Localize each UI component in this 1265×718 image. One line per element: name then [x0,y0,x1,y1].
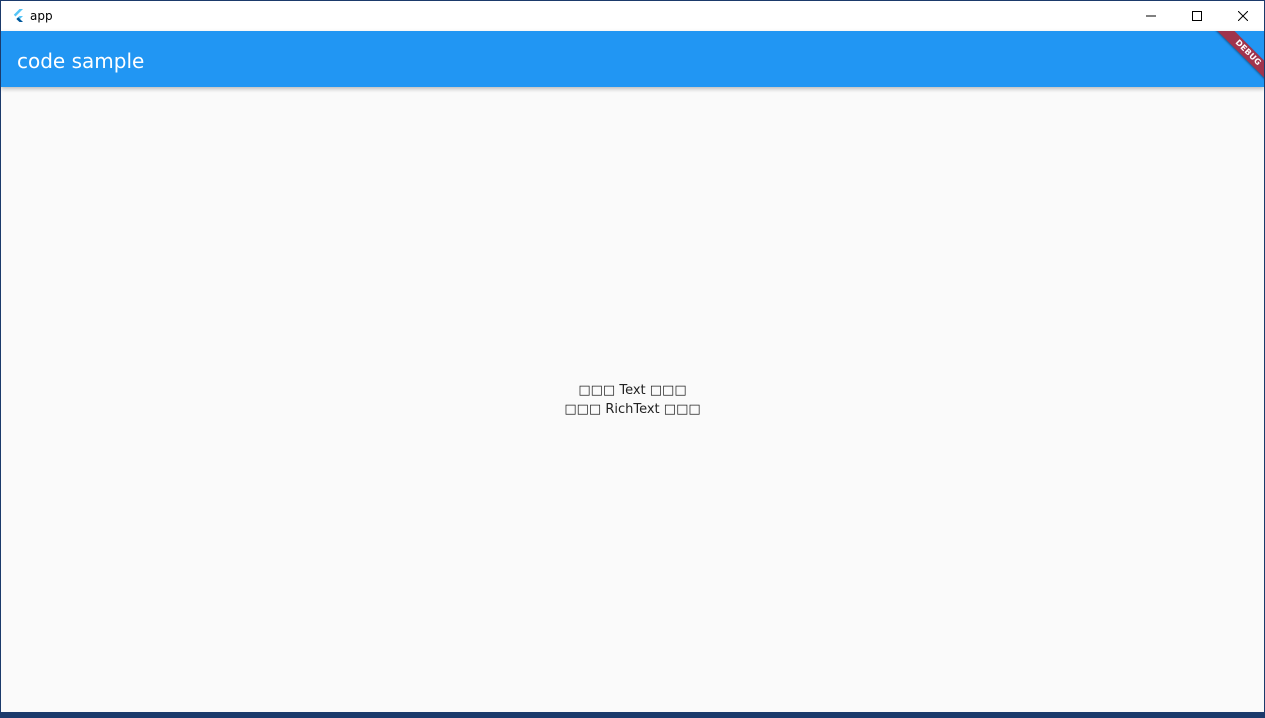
maximize-icon [1192,11,1202,21]
maximize-button[interactable] [1174,1,1220,31]
window-title: app [30,9,53,23]
debug-banner-label: DEBUG [1211,31,1264,90]
minimize-button[interactable] [1128,1,1174,31]
minimize-icon [1146,15,1156,17]
debug-banner: DEBUG [1205,31,1264,91]
app-bar: code sample [1,31,1264,87]
appbar-title: code sample [17,49,145,73]
text-widget-line: □□□ Text □□□ [578,383,687,398]
close-button[interactable] [1220,1,1264,31]
flutter-logo-icon [13,9,23,22]
center-text-column: □□□ Text □□□ □□□ RichText □□□ [1,381,1264,419]
app-window: app code sample DEBUG □□□ Text □□□ □□□ R… [0,0,1265,712]
page-body: □□□ Text □□□ □□□ RichText □□□ [1,87,1264,712]
close-icon [1238,11,1248,21]
window-titlebar[interactable]: app [1,1,1264,31]
rich-text-widget-line: □□□ RichText □□□ [564,402,701,417]
